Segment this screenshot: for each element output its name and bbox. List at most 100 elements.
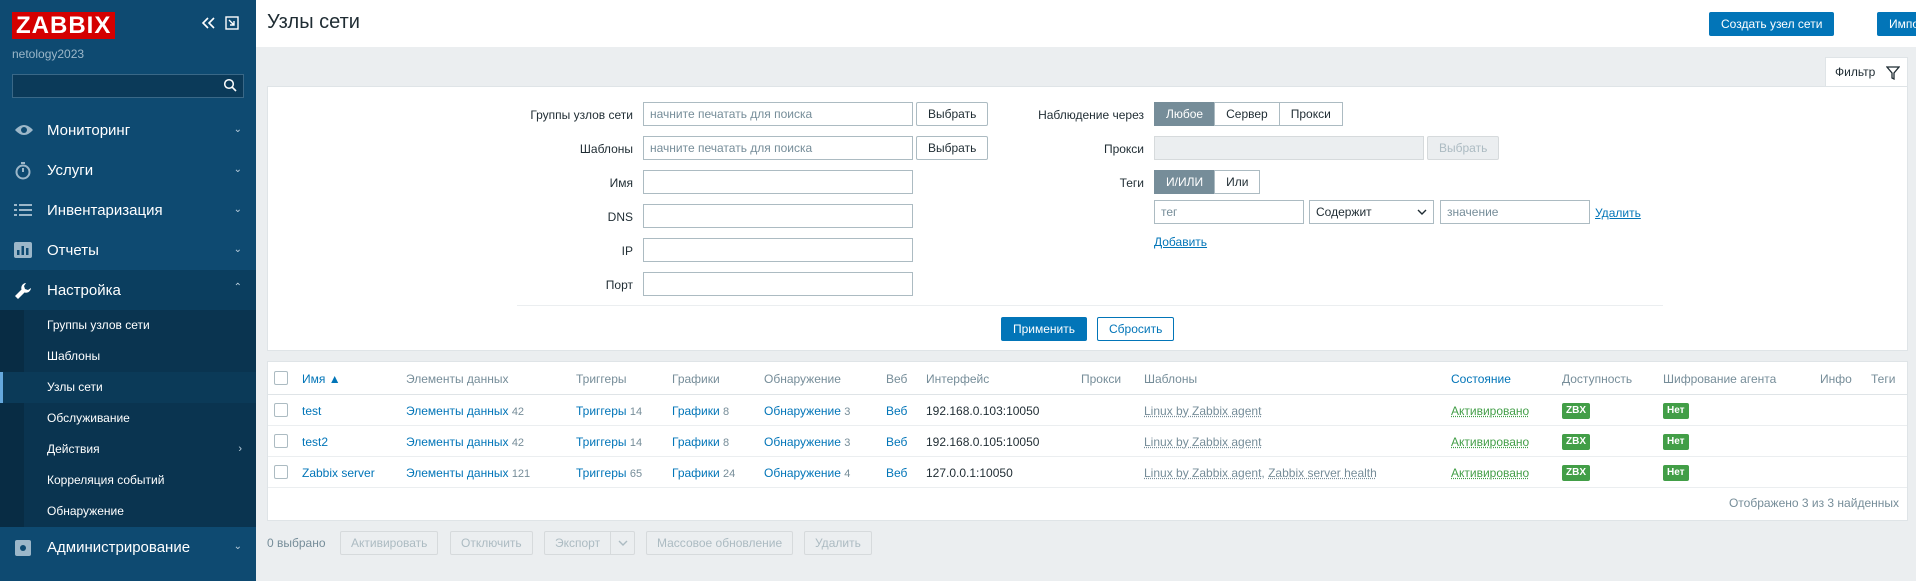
search-icon[interactable] <box>223 78 237 92</box>
monitored-by-any[interactable]: Любое <box>1154 102 1215 126</box>
discovery-link[interactable]: Обнаружение <box>764 435 841 449</box>
web-link[interactable]: Веб <box>886 435 907 449</box>
template-link[interactable]: Linux by Zabbix agent <box>1144 435 1261 449</box>
graphs-link[interactable]: Графики <box>672 435 720 449</box>
column-header-interface: Интерфейс <box>926 372 989 386</box>
apply-button[interactable]: Применить <box>1001 317 1087 341</box>
interface-value: 192.168.0.105:10050 <box>926 435 1039 449</box>
column-header-proxy: Прокси <box>1081 372 1121 386</box>
filter-tab[interactable]: Фильтр <box>1825 57 1908 87</box>
selected-count: 0 выбрано <box>267 536 326 550</box>
template-link[interactable]: Zabbix server health <box>1268 466 1377 480</box>
web-link[interactable]: Веб <box>886 404 907 418</box>
encryption-badge: Нет <box>1663 403 1689 419</box>
table-header-divider <box>268 394 1907 395</box>
tags-and-or[interactable]: И/ИЛИ <box>1154 170 1215 194</box>
ip-input[interactable] <box>643 238 913 262</box>
reset-button[interactable]: Сбросить <box>1097 317 1174 341</box>
items-link[interactable]: Элементы данных <box>406 404 508 418</box>
tag-operator-select[interactable]: Содержит <box>1309 200 1434 224</box>
menu-item-administration[interactable]: Администрирование ⌄ <box>0 527 256 567</box>
row-checkbox[interactable] <box>274 434 288 448</box>
sidebar: ZABBIX netology2023 Мониторинг ⌄ Услуги … <box>0 0 256 581</box>
triggers-link[interactable]: Триггеры <box>576 435 627 449</box>
tag-value-input[interactable]: значение <box>1440 200 1590 224</box>
submenu-label: Группы узлов сети <box>47 318 150 332</box>
dns-input[interactable] <box>643 204 913 228</box>
column-header-tags: Теги <box>1871 372 1895 386</box>
sidebar-item-event-correlation[interactable]: Корреляция событий <box>0 465 256 496</box>
sidebar-search-input[interactable] <box>12 74 244 98</box>
list-icon <box>14 202 32 218</box>
menu-item-inventory[interactable]: Инвентаризация ⌄ <box>0 190 256 230</box>
graphs-link[interactable]: Графики <box>672 404 720 418</box>
items-cell: Элементы данных 121 <box>406 466 530 480</box>
proxy-select-button: Выбрать <box>1427 136 1499 160</box>
items-link[interactable]: Элементы данных <box>406 466 508 480</box>
host-name-link[interactable]: Zabbix server <box>302 466 375 480</box>
row-checkbox[interactable] <box>274 465 288 479</box>
zabbix-logo[interactable]: ZABBIX <box>12 12 115 39</box>
monitored-by-proxy[interactable]: Прокси <box>1279 102 1343 126</box>
discovery-link[interactable]: Обнаружение <box>764 466 841 480</box>
sidebar-item-hosts[interactable]: Узлы сети <box>0 372 256 403</box>
dns-label: DNS <box>608 210 633 224</box>
graphs-cell: Графики 8 <box>672 404 729 418</box>
create-host-button[interactable]: Создать узел сети <box>1709 12 1834 36</box>
status-toggle[interactable]: Активировано <box>1451 435 1529 449</box>
host-name-link[interactable]: test2 <box>302 435 328 449</box>
menu-item-reports[interactable]: Отчеты ⌄ <box>0 230 256 270</box>
column-header-status[interactable]: Состояние <box>1451 372 1511 386</box>
row-checkbox[interactable] <box>274 403 288 417</box>
column-header-graphs: Графики <box>672 372 720 386</box>
tag-remove-link[interactable]: Удалить <box>1595 206 1641 220</box>
tag-add-link[interactable]: Добавить <box>1154 235 1207 249</box>
template-link[interactable]: Linux by Zabbix agent <box>1144 404 1261 418</box>
sidebar-item-host-groups[interactable]: Группы узлов сети <box>0 310 256 341</box>
sidebar-item-discovery[interactable]: Обнаружение <box>0 496 256 527</box>
sidebar-item-templates[interactable]: Шаблоны <box>0 341 256 372</box>
column-header-name[interactable]: Имя ▲ <box>302 372 341 386</box>
status-toggle[interactable]: Активировано <box>1451 404 1529 418</box>
chevron-down-icon: ⌄ <box>234 204 242 215</box>
items-link[interactable]: Элементы данных <box>406 435 508 449</box>
sidebar-item-actions[interactable]: Действия › <box>0 434 256 465</box>
triggers-link[interactable]: Триггеры <box>576 404 627 418</box>
port-label: Порт <box>606 278 633 292</box>
host-groups-input[interactable]: начните печатать для поиска <box>643 102 913 126</box>
menu-item-services[interactable]: Услуги ⌄ <box>0 150 256 190</box>
triggers-count: 14 <box>630 406 642 418</box>
templates-select-button[interactable]: Выбрать <box>916 136 988 160</box>
select-all-checkbox[interactable] <box>274 371 288 385</box>
import-button[interactable]: Импорт <box>1877 12 1916 36</box>
triggers-cell: Триггеры 65 <box>576 466 642 480</box>
templates-input[interactable]: начните печатать для поиска <box>643 136 913 160</box>
graphs-link[interactable]: Графики <box>672 466 720 480</box>
port-input[interactable] <box>643 272 913 296</box>
eye-icon <box>14 122 32 138</box>
name-label: Имя <box>610 176 633 190</box>
host-groups-select-button[interactable]: Выбрать <box>916 102 988 126</box>
menu-item-monitoring[interactable]: Мониторинг ⌄ <box>0 110 256 150</box>
monitored-by-server[interactable]: Сервер <box>1214 102 1280 126</box>
menu-item-label: Инвентаризация <box>47 202 163 219</box>
interface-value: 127.0.0.1:10050 <box>926 466 1013 480</box>
chevron-down-icon <box>1417 209 1427 216</box>
chevron-down-icon: ⌄ <box>234 244 242 255</box>
menu-item-configuration[interactable]: Настройка ⌃ <box>0 270 256 310</box>
sidebar-item-maintenance[interactable]: Обслуживание <box>0 403 256 434</box>
tag-input[interactable]: тег <box>1154 200 1304 224</box>
web-link[interactable]: Веб <box>886 466 907 480</box>
discovery-link[interactable]: Обнаружение <box>764 404 841 418</box>
page-title: Узлы сети <box>267 11 360 34</box>
host-name-link[interactable]: test <box>302 404 321 418</box>
kiosk-icon[interactable] <box>225 16 239 35</box>
double-chevron-left-icon[interactable] <box>200 16 216 35</box>
status-toggle[interactable]: Активировано <box>1451 466 1529 480</box>
submenu-label: Обнаружение <box>47 504 124 518</box>
tags-or[interactable]: Или <box>1214 170 1260 194</box>
template-link[interactable]: Linux by Zabbix agent <box>1144 466 1261 480</box>
triggers-link[interactable]: Триггеры <box>576 466 627 480</box>
name-input[interactable] <box>643 170 913 194</box>
menu-item-label: Настройка <box>47 282 121 299</box>
